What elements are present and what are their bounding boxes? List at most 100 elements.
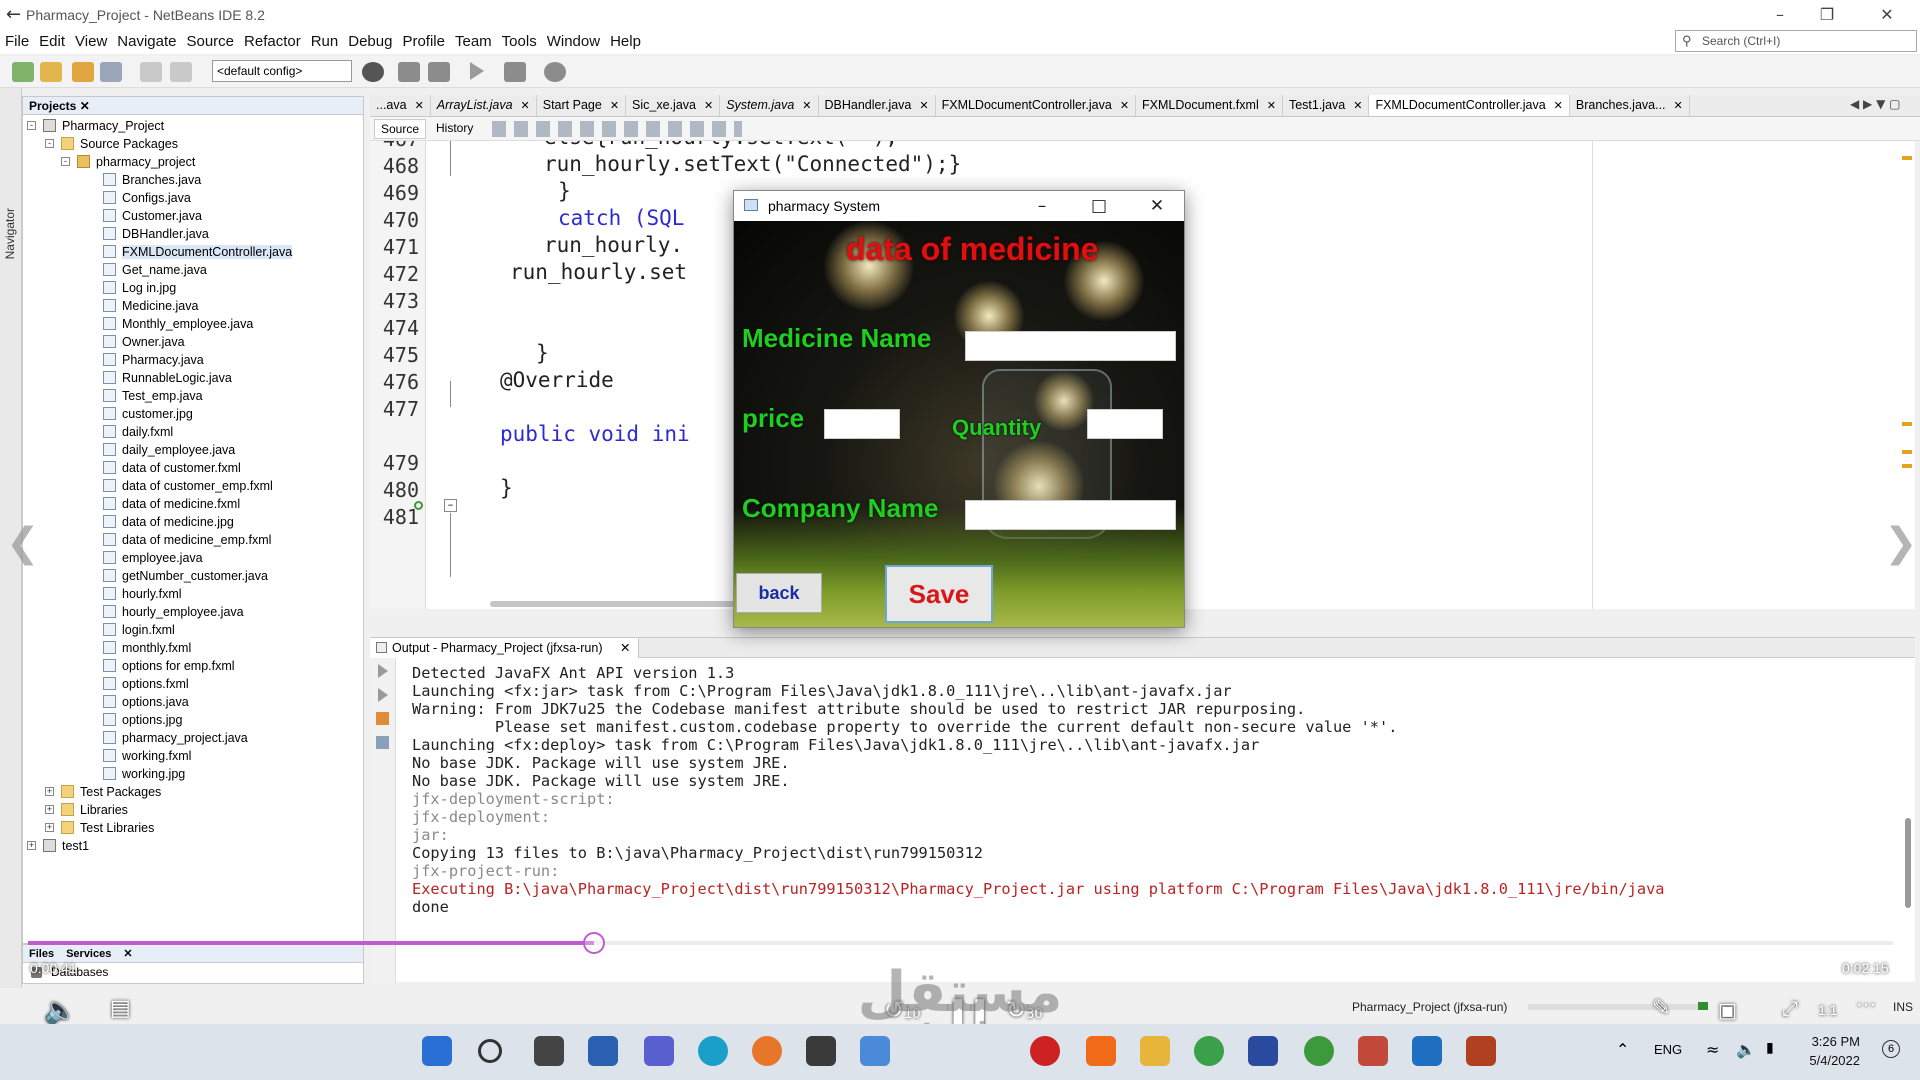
minimize-icon[interactable]: – xyxy=(1027,195,1057,217)
projects-header[interactable]: Projects ✕ xyxy=(23,97,363,115)
tree-item-file[interactable]: Get_name.java xyxy=(103,261,207,279)
close-icon[interactable]: ✕ xyxy=(1120,100,1129,112)
app-icon[interactable] xyxy=(1358,1036,1388,1066)
tree-item-file[interactable]: login.fxml xyxy=(103,621,175,639)
close-icon[interactable]: ✕ xyxy=(1353,100,1362,112)
tree-item-file[interactable]: FXMLDocumentController.java xyxy=(103,243,293,261)
close-icon[interactable]: ✕ xyxy=(117,945,138,962)
fullscreen-icon[interactable]: ⤢ xyxy=(1782,996,1798,1020)
expand-icon[interactable]: + xyxy=(45,787,54,796)
tree-item-file[interactable]: working.fxml xyxy=(103,747,191,765)
tree-item-file[interactable]: employee.java xyxy=(103,549,203,567)
editor-tab[interactable]: Sic_xe.java ✕ xyxy=(626,95,721,116)
expand-icon[interactable]: + xyxy=(45,805,54,814)
close-icon[interactable]: ✕ xyxy=(415,100,424,112)
menu-view[interactable]: View xyxy=(70,30,112,53)
tree-item-file[interactable]: hourly_employee.java xyxy=(103,603,244,621)
tree-item-file[interactable]: data of medicine.jpg xyxy=(103,513,234,531)
menu-profile[interactable]: Profile xyxy=(397,30,450,53)
captions-icon[interactable]: ▤ xyxy=(110,996,131,1021)
tree-item-folder[interactable]: + Test Libraries xyxy=(45,819,154,837)
company-name-field[interactable] xyxy=(965,500,1176,530)
video-progress-track[interactable] xyxy=(594,941,1893,945)
tree-item-file[interactable]: hourly.fxml xyxy=(103,585,182,603)
firefox-icon[interactable] xyxy=(752,1036,782,1066)
editor-tab[interactable]: ArrayList.java ✕ xyxy=(431,95,537,116)
tree-item-file[interactable]: options.jpg xyxy=(103,711,182,729)
back-arrow-icon[interactable]: ← xyxy=(6,4,21,25)
close-icon[interactable]: ✕ xyxy=(1142,195,1172,217)
java-icon[interactable] xyxy=(1466,1036,1496,1066)
menu-source[interactable]: Source xyxy=(181,30,239,53)
tree-item-file[interactable]: options.fxml xyxy=(103,675,189,693)
error-stripe-mark[interactable] xyxy=(1902,464,1912,468)
tree-item-file[interactable]: monthly.fxml xyxy=(103,639,191,657)
tree-item-file[interactable]: working.jpg xyxy=(103,765,185,783)
menu-run[interactable]: Run xyxy=(306,30,344,53)
chevron-up-icon[interactable]: ⌃ xyxy=(1616,1040,1629,1059)
editor-tab[interactable]: FXMLDocumentController.java ✕ xyxy=(1369,95,1570,116)
next-arrow-icon[interactable]: ❯ xyxy=(1884,520,1918,566)
language-indicator[interactable]: ENG xyxy=(1654,1042,1682,1057)
tab-scroll-arrows[interactable]: ◀ ▶ ▼ ▢ xyxy=(1850,97,1900,111)
tree-item-file[interactable]: Medicine.java xyxy=(103,297,198,315)
tree-item-project[interactable]: - Pharmacy_Project xyxy=(27,117,164,135)
tree-item-project[interactable]: + test1 xyxy=(27,837,89,855)
error-stripe-mark[interactable] xyxy=(1902,422,1912,426)
start-icon[interactable] xyxy=(422,1036,452,1066)
volume-icon[interactable]: 🔈 xyxy=(44,996,76,1026)
navigator-tab[interactable]: Navigator xyxy=(3,208,17,259)
tree-item-file[interactable]: customer.jpg xyxy=(103,405,193,423)
redo-icon[interactable] xyxy=(170,62,192,82)
fold-collapse-icon[interactable]: – xyxy=(444,499,457,512)
menu-help[interactable]: Help xyxy=(605,30,646,53)
settings-icon[interactable] xyxy=(376,736,389,749)
new-file-icon[interactable] xyxy=(12,62,34,82)
tree-item-source-packages[interactable]: - Source Packages xyxy=(45,135,178,153)
search-icon[interactable] xyxy=(478,1039,502,1063)
close-icon[interactable]: ✕ xyxy=(521,100,530,112)
close-icon[interactable]: ✕ xyxy=(919,100,928,112)
profile-icon[interactable] xyxy=(544,62,566,82)
menu-debug[interactable]: Debug xyxy=(343,30,397,53)
collapse-icon[interactable]: - xyxy=(61,157,70,166)
new-project-icon[interactable] xyxy=(40,62,62,82)
rerun-icon[interactable] xyxy=(378,664,388,678)
config-select[interactable]: <default config> xyxy=(212,60,352,82)
wifi-icon[interactable]: ≈ xyxy=(1706,1040,1719,1059)
app-icon[interactable] xyxy=(1248,1036,1278,1066)
app-icon[interactable] xyxy=(1030,1036,1060,1066)
close-icon[interactable]: ✕ xyxy=(1267,100,1276,112)
tree-item-file[interactable]: data of medicine_emp.fxml xyxy=(103,531,271,549)
history-tab[interactable]: History xyxy=(430,119,479,139)
tree-item-file[interactable]: Log in.jpg xyxy=(103,279,176,297)
more-options-icon[interactable]: ⋯ xyxy=(1856,992,1876,1016)
debug-icon[interactable] xyxy=(504,62,526,82)
menu-team[interactable]: Team xyxy=(450,30,497,53)
close-icon[interactable]: ✕ xyxy=(1872,4,1902,26)
tree-item-file[interactable]: data of medicine.fxml xyxy=(103,495,240,513)
editor-tab[interactable]: DBHandler.java ✕ xyxy=(819,95,936,116)
editor-tab[interactable]: Start Page ✕ xyxy=(537,95,627,116)
restore-icon[interactable]: ❐ xyxy=(1812,4,1842,26)
maximize-icon[interactable]: □ xyxy=(1084,195,1114,217)
error-stripe-mark[interactable] xyxy=(1902,156,1912,160)
tree-item-file[interactable]: daily_employee.java xyxy=(103,441,235,459)
widgets-icon[interactable] xyxy=(588,1036,618,1066)
tree-item-file[interactable]: Owner.java xyxy=(103,333,185,351)
pen-icon[interactable]: ✎ xyxy=(1652,996,1670,1021)
menu-file[interactable]: File xyxy=(0,30,34,53)
tree-item-file[interactable]: Monthly_employee.java xyxy=(103,315,253,333)
menu-window[interactable]: Window xyxy=(542,30,605,53)
volume-icon[interactable]: 🔈 xyxy=(1736,1040,1756,1059)
tree-item-file[interactable]: DBHandler.java xyxy=(103,225,209,243)
prev-arrow-icon[interactable]: ❮ xyxy=(6,520,40,566)
run-icon[interactable] xyxy=(470,62,484,80)
open-project-icon[interactable] xyxy=(72,62,94,82)
undo-icon[interactable] xyxy=(140,62,162,82)
clock[interactable]: 3:26 PM 5/4/2022 xyxy=(1809,1032,1860,1070)
netbeans-icon[interactable] xyxy=(1412,1036,1442,1066)
tree-item-file[interactable]: Configs.java xyxy=(103,189,191,207)
menu-navigate[interactable]: Navigate xyxy=(112,30,181,53)
tree-item-file[interactable]: Branches.java xyxy=(103,171,201,189)
